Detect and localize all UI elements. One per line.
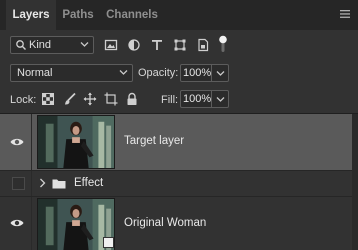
chevron-down-icon bbox=[80, 42, 89, 47]
blend-opacity-row: Normal Opacity: 100% bbox=[0, 59, 358, 85]
opacity-input[interactable]: 100% bbox=[180, 64, 212, 82]
lock-all-icon[interactable] bbox=[125, 92, 139, 106]
folder-icon bbox=[52, 179, 66, 189]
layers-scrollbar[interactable] bbox=[352, 114, 358, 250]
lock-artboard-icon[interactable] bbox=[104, 92, 118, 106]
filter-toggle-switch[interactable] bbox=[219, 35, 227, 53]
blend-mode-select[interactable]: Normal bbox=[10, 64, 133, 82]
layer-name[interactable]: Original Woman bbox=[124, 217, 206, 229]
opacity-dropdown-button[interactable] bbox=[212, 64, 229, 82]
opacity-label: Opacity: bbox=[138, 67, 179, 79]
visibility-toggle-empty[interactable] bbox=[12, 177, 25, 190]
search-icon bbox=[16, 40, 26, 50]
layer-thumbnail bbox=[37, 115, 115, 169]
lock-fill-row: Lock: Fill: 100% bbox=[0, 86, 358, 112]
layer-name[interactable]: Effect bbox=[74, 177, 103, 189]
eye-icon[interactable] bbox=[10, 137, 24, 147]
visibility-column bbox=[0, 197, 32, 250]
lock-label: Lock: bbox=[10, 94, 37, 106]
type-layer-filter-icon[interactable] bbox=[150, 38, 164, 52]
layer-row-target-layer[interactable]: Target layer bbox=[0, 114, 358, 170]
tab-channels[interactable]: Channels bbox=[102, 0, 162, 30]
adjustment-layer-filter-icon[interactable] bbox=[127, 38, 141, 52]
smart-object-badge-icon bbox=[103, 237, 114, 248]
layer-name[interactable]: Target layer bbox=[124, 135, 184, 147]
visibility-column bbox=[0, 171, 32, 196]
shape-layer-filter-icon[interactable] bbox=[173, 38, 187, 52]
blend-mode-value: Normal bbox=[17, 67, 53, 79]
chevron-down-icon bbox=[119, 70, 128, 75]
layer-row-effect-group[interactable]: Effect bbox=[0, 171, 358, 196]
chevron-right-icon[interactable] bbox=[39, 178, 46, 188]
panel-menu-icon[interactable] bbox=[338, 7, 352, 21]
lock-position-icon[interactable] bbox=[83, 92, 97, 106]
chevron-down-icon bbox=[216, 71, 225, 76]
eye-icon[interactable] bbox=[10, 218, 24, 228]
panel-tab-bar: Layers Paths Channels bbox=[0, 0, 358, 30]
layer-row-original-woman[interactable]: Original Woman bbox=[0, 197, 358, 250]
fill-dropdown-button[interactable] bbox=[212, 90, 229, 108]
chevron-down-icon bbox=[216, 97, 225, 102]
layer-filter-row: Kind bbox=[0, 31, 358, 59]
tab-layers[interactable]: Layers bbox=[6, 0, 56, 30]
filter-kind-label: Kind bbox=[29, 39, 52, 51]
filter-kind-select[interactable]: Kind bbox=[10, 36, 94, 54]
pixel-layer-filter-icon[interactable] bbox=[104, 38, 118, 52]
lock-image-pixels-icon[interactable] bbox=[63, 92, 77, 106]
visibility-column bbox=[0, 114, 32, 170]
lock-transparent-pixels-icon[interactable] bbox=[41, 92, 55, 106]
fill-input[interactable]: 100% bbox=[180, 90, 212, 108]
tab-paths[interactable]: Paths bbox=[58, 0, 98, 30]
fill-label: Fill: bbox=[161, 94, 179, 106]
smart-object-filter-icon[interactable] bbox=[196, 38, 210, 52]
